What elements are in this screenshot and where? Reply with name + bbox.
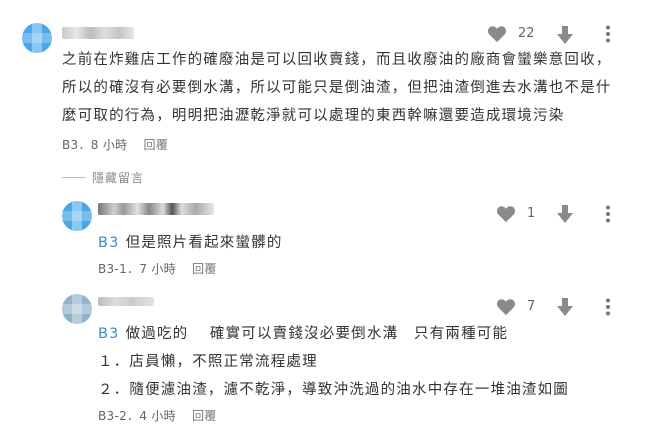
downvote-arrow-icon[interactable] <box>556 204 574 224</box>
avatar[interactable] <box>62 201 92 231</box>
downvote-arrow-icon[interactable] <box>556 25 574 45</box>
reply-text: B3 但是照片看起來蠻髒的 <box>98 231 283 252</box>
comment-text-line: 之前在炸雞店工作的確廢油是可以回收賣錢，而且收廢油的廠商會蠻樂意回收， <box>62 52 612 68</box>
reply-link[interactable]: 回覆 <box>144 138 169 152</box>
username[interactable] <box>98 203 214 215</box>
floor-tag[interactable]: B3 <box>98 235 120 251</box>
hide-replies-label[interactable]: 隱藏留言 <box>92 169 144 186</box>
heart-icon[interactable] <box>496 205 516 223</box>
list-item: ２．隨便濾油渣，濾不乾淨，導致沖洗過的油水中存在一堆油渣如圖 <box>98 382 569 398</box>
username[interactable] <box>62 27 134 39</box>
like-count: 22 <box>518 26 535 41</box>
heart-icon[interactable] <box>496 298 516 316</box>
like-count: 1 <box>527 206 536 221</box>
more-options-icon[interactable] <box>606 205 610 223</box>
avatar[interactable] <box>22 23 52 53</box>
comment-text-line: 麼可取的行為，明明把油瀝乾淨就可以處理的東西幹嘛還要造成環境污染 <box>62 108 565 124</box>
divider <box>62 177 86 178</box>
reply-meta: B3-1．7 小時 回覆 <box>98 260 217 277</box>
more-options-icon[interactable] <box>606 298 610 316</box>
comment-meta: B3．8 小時 回覆 <box>62 136 168 153</box>
reply-body: 做過吃的 確實可以賣錢沒必要倒水溝 只有兩種可能 <box>125 326 509 342</box>
reply-link[interactable]: 回覆 <box>192 262 217 276</box>
reply-meta: B3-2．4 小時 回覆 <box>98 407 217 424</box>
username[interactable] <box>98 297 154 306</box>
floor-and-time: B3．8 小時 <box>62 138 128 152</box>
reply-link[interactable]: 回覆 <box>192 409 217 423</box>
reply-body: 但是照片看起來蠻髒的 <box>125 235 283 251</box>
floor-and-time: B3-1．7 小時 <box>98 262 176 276</box>
like-count: 7 <box>527 299 536 314</box>
floor-tag[interactable]: B3 <box>98 326 120 342</box>
more-options-icon[interactable] <box>606 25 610 43</box>
reply-text: B3 做過吃的 確實可以賣錢沒必要倒水溝 只有兩種可能 <box>98 322 508 343</box>
floor-and-time: B3-2．4 小時 <box>98 409 176 423</box>
heart-icon[interactable] <box>487 25 507 43</box>
avatar[interactable] <box>62 294 92 324</box>
downvote-arrow-icon[interactable] <box>556 297 574 317</box>
list-item: １．店員懶，不照正常流程處理 <box>98 354 318 370</box>
comment-text-line: 所以的確沒有必要倒水溝，所以可能只是倒油渣，但把油渣倒進去水溝也不是什 <box>62 80 612 96</box>
